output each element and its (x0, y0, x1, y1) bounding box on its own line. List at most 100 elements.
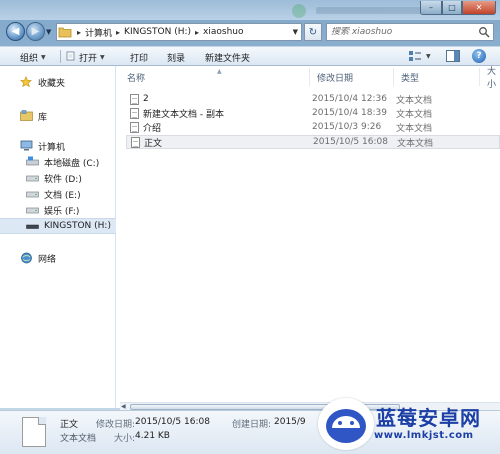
file-date: 2015/10/4 12:36 (312, 94, 387, 104)
computer-icon (20, 140, 34, 152)
refresh-button[interactable]: ↻ (304, 23, 322, 41)
breadcrumb-separator-icon[interactable]: ▸ (195, 28, 199, 37)
toolbar-divider (60, 50, 61, 63)
details-file-name: 正文 (60, 420, 79, 430)
file-type: 文本文档 (396, 123, 433, 134)
details-created-value: 2015/9 (274, 417, 306, 427)
help-button[interactable]: ? (472, 49, 486, 63)
back-button[interactable]: ◀ (6, 22, 25, 41)
organize-button[interactable]: 组织 ▼ (20, 51, 46, 64)
sidebar-item-label: 库 (38, 112, 48, 123)
breadcrumb-separator-icon[interactable]: ▸ (116, 28, 120, 37)
forward-button[interactable]: ▶ (26, 22, 45, 41)
column-header-label: 大小 (487, 67, 497, 90)
site-watermark: 蓝莓安卓网 www.lmkjst.com (304, 394, 500, 454)
chevron-down-icon: ▼ (100, 54, 105, 61)
maximize-button[interactable]: □ (442, 1, 462, 15)
drive-icon (26, 188, 40, 200)
chevron-down-icon[interactable]: ▼ (293, 28, 298, 36)
drive-icon (26, 172, 40, 184)
chevron-down-icon: ▼ (41, 54, 46, 61)
star-icon (20, 76, 34, 88)
address-bar[interactable]: ▸ 计算机 ▸ KINGSTON (H:) ▸ xiaoshuo ▼ (56, 23, 302, 41)
text-document-icon (130, 121, 139, 133)
file-list: 名称 ▲ 修改日期 类型 大小 2 2015/10/4 12:36 文本文档 新… (116, 66, 500, 408)
text-document-icon (131, 136, 140, 148)
navigation-pane: 收藏夹 库 计算机 本地磁盘 (C:) 软件 (D:) 文档 (E:) 娱乐 (… (0, 66, 116, 408)
refresh-icon: ↻ (308, 26, 318, 38)
change-view-button[interactable] (408, 50, 422, 62)
sidebar-item-drive-h[interactable]: KINGSTON (H:) (0, 218, 116, 234)
explorer-window: – □ ✕ ◀ ▶ ▼ ▸ 计算机 ▸ KINGSTON (H:) ▸ xiao… (0, 0, 500, 454)
open-file-icon (66, 51, 76, 64)
recent-pages-dropdown[interactable]: ▼ (46, 28, 51, 36)
details-size-label: 大小: (114, 434, 136, 444)
column-header-size[interactable]: 大小 (480, 67, 500, 90)
search-input[interactable] (331, 27, 471, 37)
file-type: 文本文档 (396, 95, 433, 106)
burn-label: 刻录 (167, 54, 186, 64)
sidebar-item-libraries[interactable]: 库 (0, 108, 116, 124)
breadcrumb-folder[interactable]: xiaoshuo (203, 27, 243, 37)
table-row[interactable]: 新建文本文档 - 副本 2015/10/4 18:39 文本文档 (126, 106, 500, 120)
breadcrumb-computer[interactable]: 计算机 (85, 26, 112, 39)
details-file-type: 文本文档 (60, 434, 97, 444)
burn-button[interactable]: 刻录 (167, 51, 185, 64)
sidebar-item-label: 软件 (D:) (44, 174, 82, 185)
sidebar-item-label: 文档 (E:) (44, 190, 81, 201)
print-button[interactable]: 打印 (130, 51, 148, 64)
sidebar-item-favorites[interactable]: 收藏夹 (0, 74, 116, 90)
details-size-value: 4.21 KB (135, 431, 170, 441)
sidebar-item-drive-d[interactable]: 软件 (D:) (0, 170, 116, 186)
sidebar-item-label: 娱乐 (F:) (44, 206, 80, 217)
chevron-down-icon[interactable]: ▼ (426, 53, 431, 60)
close-button[interactable]: ✕ (462, 1, 496, 15)
text-document-icon (130, 93, 139, 105)
table-row-selected[interactable]: 正文 2015/10/5 16:08 文本文档 (126, 135, 500, 149)
file-date: 2015/10/5 16:08 (313, 137, 388, 147)
breadcrumb-drive[interactable]: KINGSTON (H:) (124, 27, 191, 37)
new-folder-label: 新建文件夹 (205, 54, 251, 64)
minimize-button[interactable]: – (420, 1, 442, 15)
watermark-brand: 蓝莓安卓网 (376, 406, 481, 430)
network-icon (20, 252, 34, 264)
file-name: 2 (143, 94, 149, 104)
system-drive-icon (26, 156, 40, 168)
sidebar-item-label: 计算机 (38, 142, 66, 153)
search-icon[interactable] (478, 26, 490, 38)
table-row[interactable]: 介绍 2015/10/3 9:26 文本文档 (126, 120, 500, 134)
watermark-url: www.lmkjst.com (374, 430, 474, 441)
preview-pane-button[interactable] (446, 50, 460, 62)
breadcrumb-separator-icon[interactable]: ▸ (77, 28, 81, 37)
sidebar-item-drive-c[interactable]: 本地磁盘 (C:) (0, 154, 116, 170)
usb-drive-icon (26, 220, 40, 232)
file-name: 新建文本文档 - 副本 (143, 109, 224, 120)
sidebar-item-label: 网络 (38, 254, 57, 265)
open-button[interactable]: 打开 ▼ (66, 51, 105, 64)
open-label: 打开 (79, 54, 98, 64)
sidebar-item-computer[interactable]: 计算机 (0, 138, 116, 154)
new-folder-button[interactable]: 新建文件夹 (205, 51, 250, 64)
sidebar-item-drive-f[interactable]: 娱乐 (F:) (0, 202, 116, 218)
command-bar: 组织 ▼ 打开 ▼ 打印 刻录 新建文件夹 ▼ ? (0, 46, 500, 66)
column-header-type[interactable]: 类型 (394, 68, 480, 86)
sidebar-item-drive-e[interactable]: 文档 (E:) (0, 186, 116, 202)
file-type: 文本文档 (396, 109, 433, 120)
sidebar-item-label: 收藏夹 (38, 78, 66, 89)
arrow-right-icon: ▶ (31, 26, 40, 37)
details-modified-label: 修改日期: (96, 420, 136, 430)
file-date: 2015/10/4 18:39 (312, 108, 387, 118)
question-icon: ? (476, 51, 482, 61)
column-header-date[interactable]: 修改日期 (310, 68, 394, 86)
sidebar-item-label: 本地磁盘 (C:) (44, 158, 100, 169)
column-header-name[interactable]: 名称 ▲ (120, 68, 310, 86)
table-row[interactable]: 2 2015/10/4 12:36 文本文档 (126, 92, 500, 106)
print-label: 打印 (130, 54, 149, 64)
details-created-label: 创建日期: (232, 420, 272, 430)
address-row: ◀ ▶ ▼ ▸ 计算机 ▸ KINGSTON (H:) ▸ xiaoshuo ▼… (0, 20, 500, 44)
scroll-left-icon[interactable]: ◀ (121, 403, 126, 410)
sidebar-item-network[interactable]: 网络 (0, 250, 116, 266)
text-document-icon (22, 417, 46, 447)
column-header-label: 类型 (401, 73, 420, 84)
android-logo (318, 398, 374, 450)
